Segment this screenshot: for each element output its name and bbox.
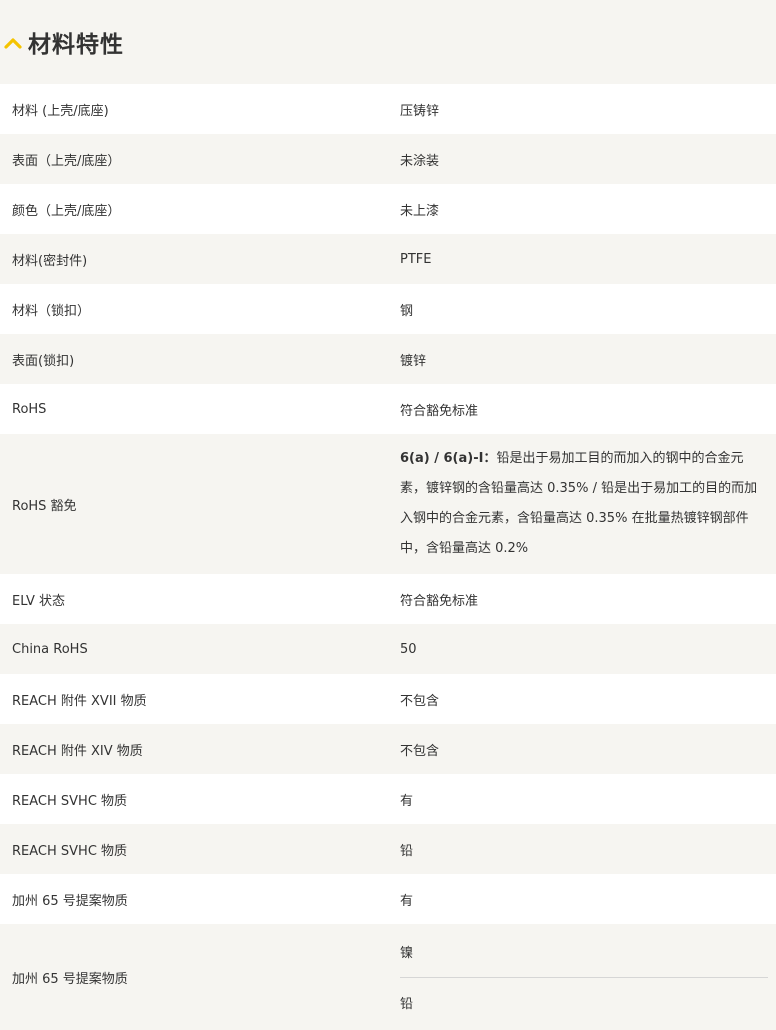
property-value: 镀锌: [400, 353, 427, 369]
property-label: 材料（锁扣）: [12, 303, 91, 319]
property-value: 50: [400, 641, 417, 657]
property-label: 表面(锁扣): [12, 353, 75, 369]
property-label: REACH SVHC 物质: [12, 793, 128, 809]
property-value: 6(a) / 6(a)-I：铅是出于易加工目的而加入的钢中的合金元素，镀锌钢的含…: [388, 434, 776, 574]
table-row: REACH SVHC 物质 铅: [0, 824, 776, 874]
property-label: 材料(密封件): [12, 253, 88, 269]
property-value: PTFE: [400, 251, 432, 267]
exemption-description: 铅是出于易加工目的而加入的钢中的合金元素，镀锌钢的含铅量高达 0.35% / 铅…: [400, 451, 758, 556]
property-value: 压铸锌: [400, 103, 440, 119]
table-row: 加州 65 号提案物质 有: [0, 874, 776, 924]
property-value: 符合豁免标准: [400, 593, 479, 609]
property-label: 加州 65 号提案物质: [12, 893, 128, 909]
property-label: 表面（上壳/底座）: [12, 153, 121, 169]
properties-table: 材料 (上壳/底座) 压铸锌 表面（上壳/底座） 未涂装 颜色（上壳/底座） 未…: [0, 84, 776, 1030]
property-label: RoHS: [12, 401, 47, 417]
property-label: REACH SVHC 物质: [12, 843, 128, 859]
property-label: 颜色（上壳/底座）: [12, 203, 121, 219]
table-row: RoHS 符合豁免标准: [0, 384, 776, 434]
property-label: RoHS 豁免: [12, 498, 77, 514]
table-row: 表面(锁扣) 镀锌: [0, 334, 776, 384]
table-row: 材料(密封件) PTFE: [0, 234, 776, 284]
table-row: REACH 附件 XIV 物质 不包含: [0, 724, 776, 774]
table-row: REACH 附件 XVII 物质 不包含: [0, 674, 776, 724]
property-value: 镍: [400, 946, 414, 961]
table-row: ELV 状态 符合豁免标准: [0, 574, 776, 624]
exemption-text: 6(a) / 6(a)-I：铅是出于易加工目的而加入的钢中的合金元素，镀锌钢的含…: [400, 444, 768, 564]
exemption-code: 6(a) / 6(a)-I：: [400, 451, 497, 466]
table-row: China RoHS 50: [0, 624, 776, 674]
property-value: 不包含: [400, 693, 440, 709]
property-label: ELV 状态: [12, 593, 66, 609]
property-label: 加州 65 号提案物质: [12, 971, 128, 987]
property-value: 未上漆: [400, 203, 440, 219]
property-value: 有: [400, 793, 414, 809]
table-row: 材料（锁扣） 钢: [0, 284, 776, 334]
property-value: 未涂装: [400, 153, 440, 169]
property-label: REACH 附件 XVII 物质: [12, 693, 147, 709]
chevron-up-icon[interactable]: [4, 34, 22, 52]
table-row: RoHS 豁免 6(a) / 6(a)-I：铅是出于易加工目的而加入的钢中的合金…: [0, 434, 776, 574]
property-value: 铅: [400, 997, 414, 1012]
table-row: 材料 (上壳/底座) 压铸锌: [0, 84, 776, 134]
property-label: China RoHS: [12, 641, 88, 657]
table-row: 表面（上壳/底座） 未涂装: [0, 134, 776, 184]
property-value: 符合豁免标准: [400, 403, 479, 419]
property-label: 材料 (上壳/底座): [12, 103, 109, 119]
property-value: 铅: [400, 843, 414, 859]
table-row: 颜色（上壳/底座） 未上漆: [0, 184, 776, 234]
property-value-list: 镍 铅: [388, 924, 776, 1030]
section-title: 材料特性: [28, 32, 124, 58]
property-value: 钢: [400, 303, 414, 319]
table-row: 加州 65 号提案物质 镍 铅: [0, 924, 776, 1030]
table-row: REACH SVHC 物质 有: [0, 774, 776, 824]
property-value: 有: [400, 893, 414, 909]
property-value: 不包含: [400, 743, 440, 759]
property-label: REACH 附件 XIV 物质: [12, 743, 143, 759]
section-header[interactable]: 材料特性: [0, 0, 776, 84]
